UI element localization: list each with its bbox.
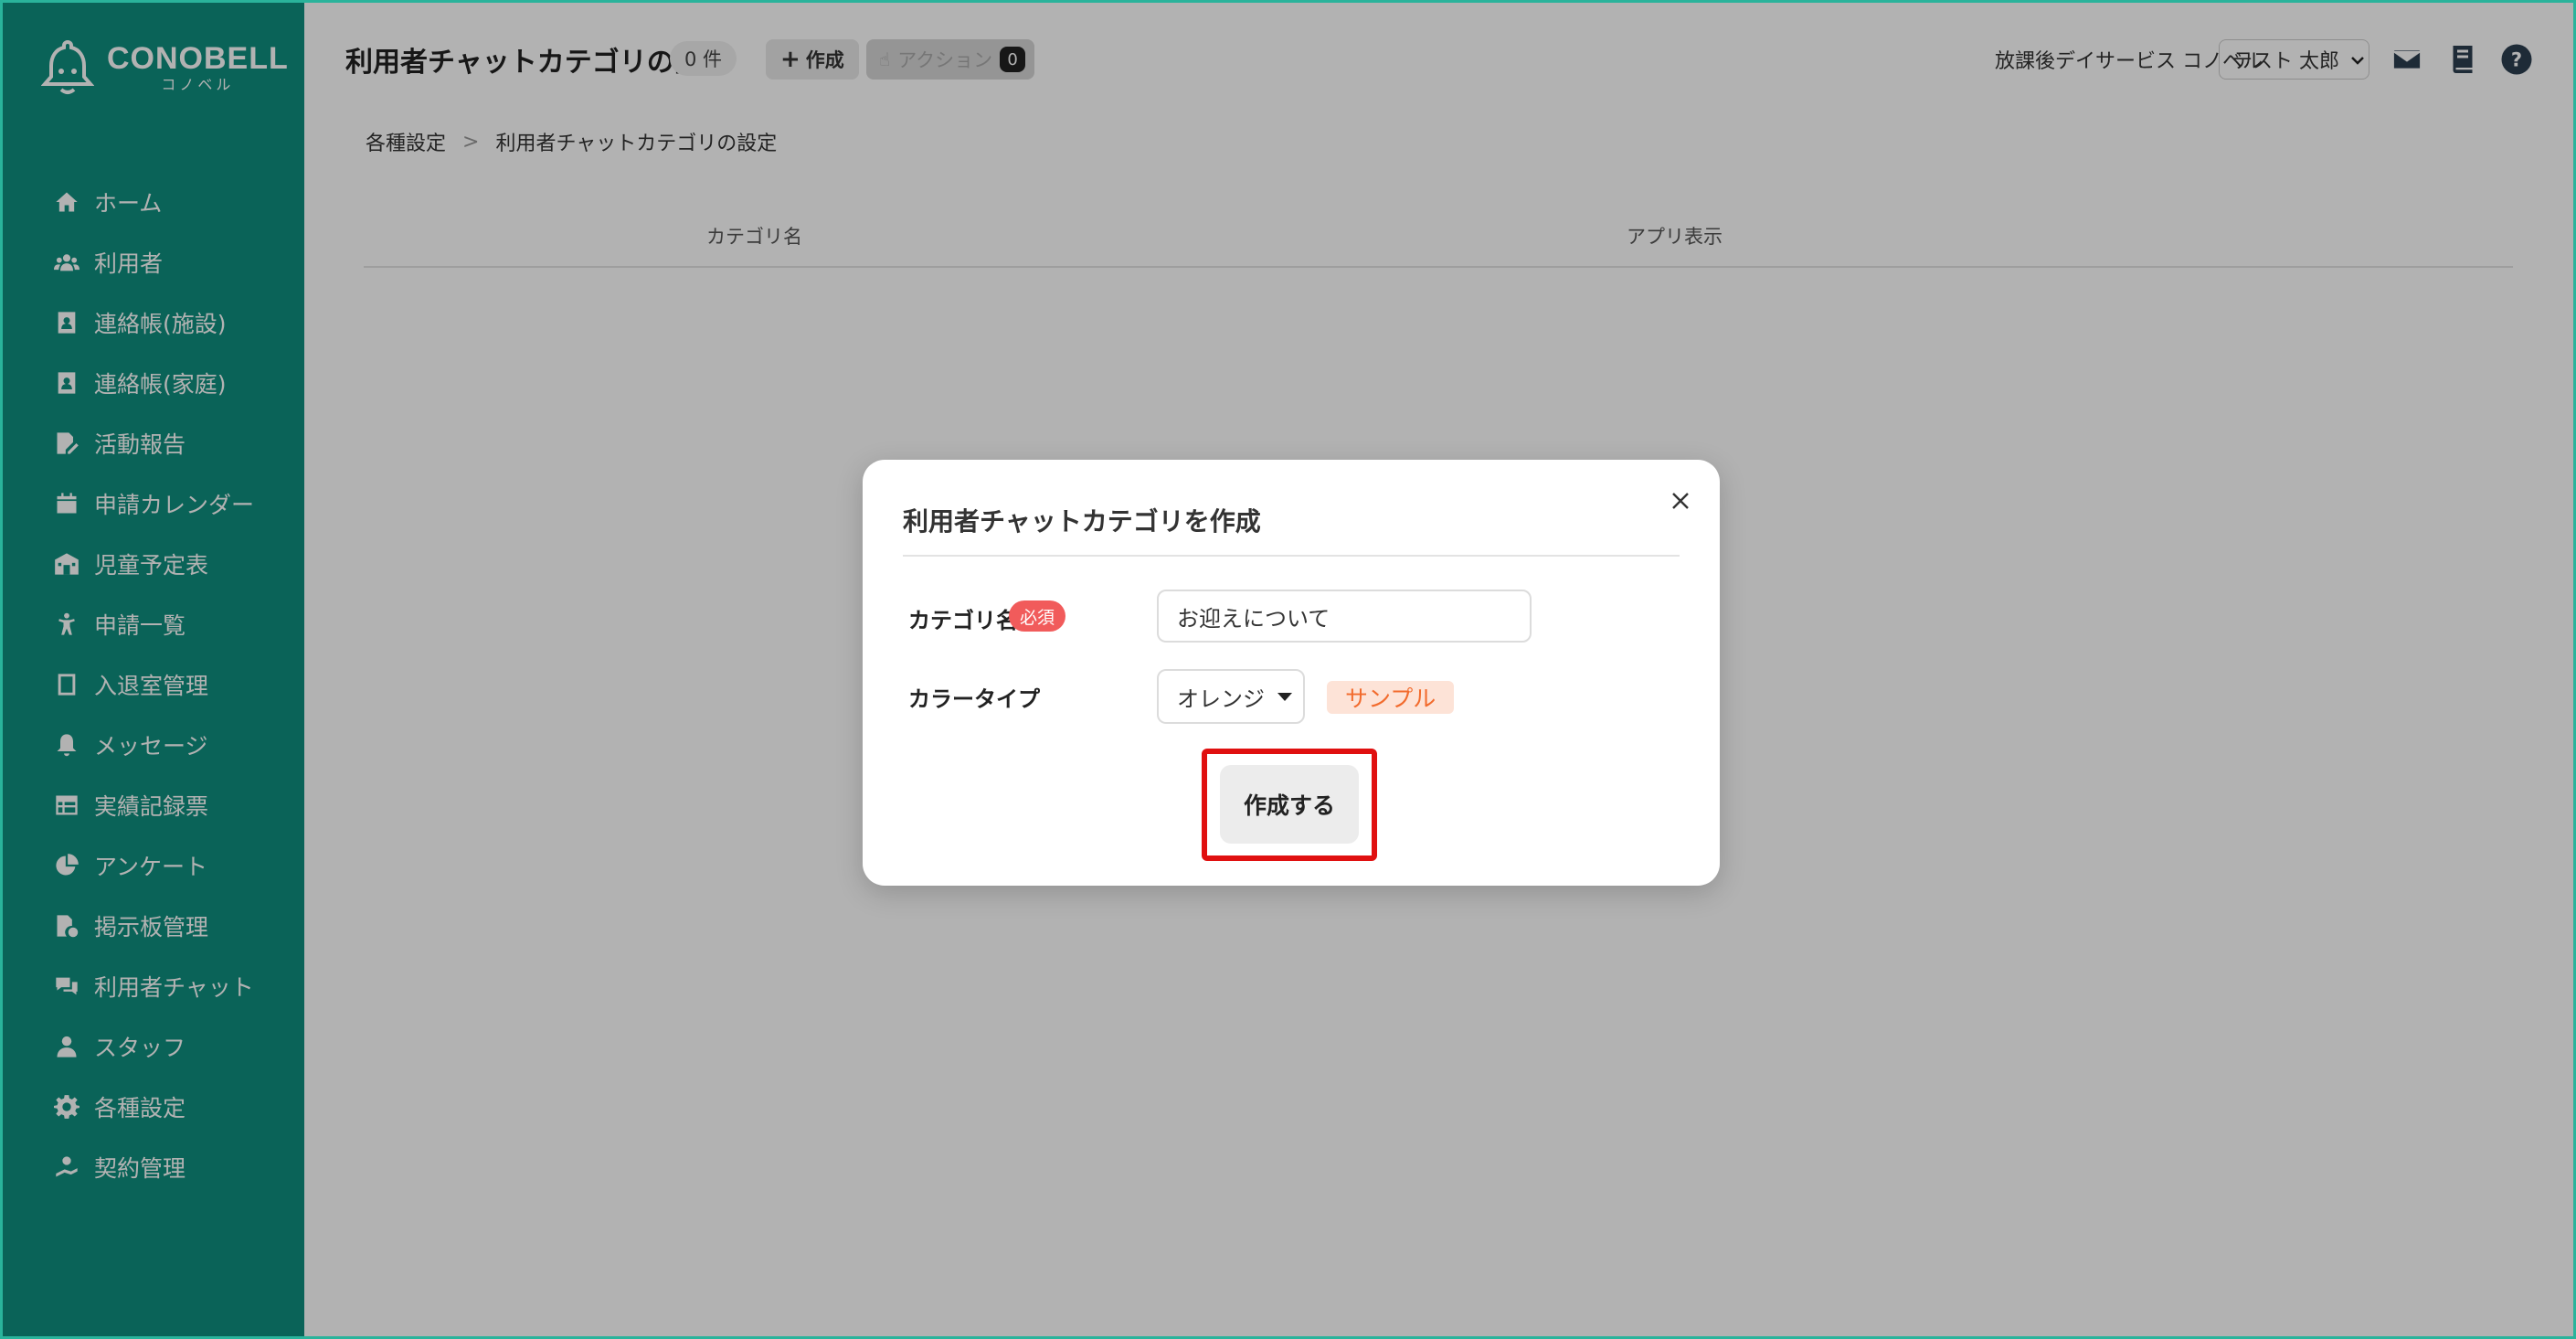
category-name-label: カテゴリ名: [908, 608, 1018, 633]
modal-title: 利用者チャットカテゴリを作成: [903, 506, 1261, 537]
app-window: CONOBELL コノベル ホーム 利用者 連絡帳(施設) 連絡帳(家庭) 活動…: [0, 0, 2576, 1339]
color-type-label: カラータイプ: [908, 686, 1040, 712]
color-sample-badge: サンプル: [1327, 681, 1455, 714]
submit-create-button[interactable]: 作成する: [1220, 765, 1359, 844]
color-type-value: オレンジ: [1177, 685, 1265, 712]
create-category-modal: 利用者チャットカテゴリを作成 カテゴリ名 必須 カラータイプ オレンジ サンプル…: [863, 460, 1720, 886]
modal-divider: [903, 555, 1680, 557]
required-badge: 必須: [1009, 600, 1066, 632]
close-icon[interactable]: [1665, 485, 1696, 516]
category-name-input[interactable]: [1157, 590, 1532, 643]
caret-down-icon: [1277, 692, 1292, 701]
color-type-select[interactable]: オレンジ: [1157, 669, 1305, 724]
